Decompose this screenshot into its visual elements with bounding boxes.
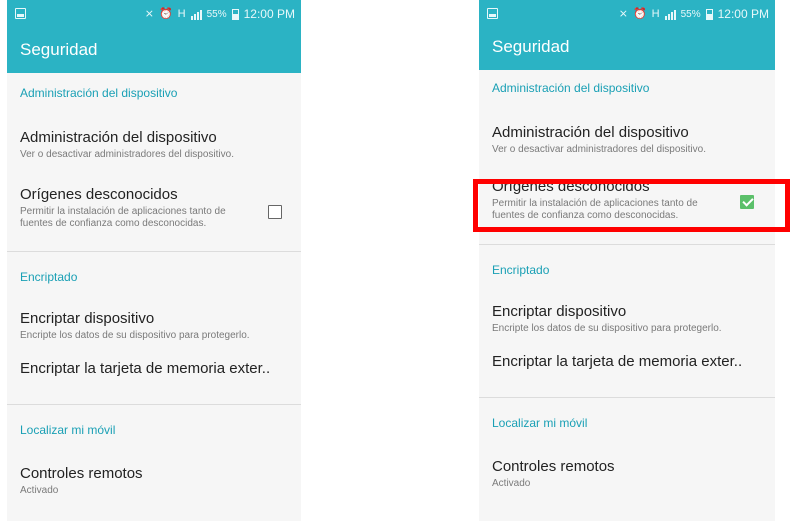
encrypt-device-title: Encriptar dispositivo <box>492 303 627 320</box>
remote-controls-item[interactable]: Controles remotos Activado <box>7 455 301 497</box>
unknown-sources-item[interactable]: Orígenes desconocidos Permitir la instal… <box>7 167 301 239</box>
device-admin-summary: Ver o desactivar administradores del dis… <box>20 149 234 160</box>
device-admin-item[interactable]: Administración del dispositivo Ver o des… <box>7 115 301 167</box>
battery-percent: 55% <box>206 8 227 20</box>
unknown-sources-summary-line1: Permitir la instalación de aplicaciones … <box>492 198 698 209</box>
encrypt-device-item[interactable]: Encriptar dispositivo Encripte los datos… <box>7 302 301 354</box>
h-network-icon: H <box>177 7 186 20</box>
encrypt-device-summary: Encripte los datos de su dispositivo par… <box>492 323 722 334</box>
encrypt-sd-title: Encriptar la tarjeta de memoria exter.. <box>492 353 743 370</box>
signal-icon <box>190 9 202 20</box>
status-bar: ⨯ ⏰ H 55% 12:00 PM <box>7 0 301 30</box>
signal-icon <box>664 9 676 20</box>
battery-percent: 55% <box>680 8 701 20</box>
mute-icon: ⨯ <box>144 7 154 20</box>
encrypt-sd-item[interactable]: Encriptar la tarjeta de memoria exter.. <box>479 347 775 397</box>
remote-controls-title: Controles remotos <box>20 465 143 482</box>
unknown-sources-summary-line2: fuentes de confianza como desconocidas. <box>492 210 679 221</box>
alarm-icon: ⏰ <box>632 7 647 20</box>
section-header-device-admin: Administración del dispositivo <box>20 86 178 100</box>
section-header-find-mobile: Localizar mi móvil <box>492 416 588 430</box>
encrypt-device-summary: Encripte los datos de su dispositivo par… <box>20 330 250 341</box>
section-header-device-admin: Administración del dispositivo <box>492 81 650 95</box>
encrypt-device-item[interactable]: Encriptar dispositivo Encripte los datos… <box>479 295 775 347</box>
device-admin-title: Administración del dispositivo <box>20 129 217 146</box>
battery-icon <box>705 8 713 20</box>
encrypt-sd-title: Encriptar la tarjeta de memoria exter.. <box>20 360 271 377</box>
section-header-encryption: Encriptado <box>20 270 78 284</box>
app-title: Seguridad <box>7 30 301 73</box>
clock: 12:00 PM <box>717 7 769 21</box>
phone-screen-before: ⨯ ⏰ H 55% 12:00 PM Seguridad Administrac… <box>7 0 301 521</box>
clock: 12:00 PM <box>243 7 295 21</box>
unknown-sources-summary-line2: fuentes de confianza como desconocidas. <box>20 218 207 229</box>
unknown-sources-title: Orígenes desconocidos <box>492 178 650 195</box>
remote-controls-item[interactable]: Controles remotos Activado <box>479 448 775 490</box>
battery-icon <box>231 8 239 20</box>
app-title: Seguridad <box>479 30 775 70</box>
alarm-icon: ⏰ <box>158 7 173 20</box>
notification-icon <box>487 8 498 19</box>
notification-icon <box>15 8 26 19</box>
remote-controls-title: Controles remotos <box>492 458 615 475</box>
remote-controls-summary: Activado <box>492 478 531 489</box>
device-admin-title: Administración del dispositivo <box>492 124 689 141</box>
device-admin-item[interactable]: Administración del dispositivo Ver o des… <box>479 112 775 164</box>
h-network-icon: H <box>651 7 660 20</box>
status-bar: ⨯ ⏰ H 55% 12:00 PM <box>479 0 775 30</box>
unknown-sources-summary-line1: Permitir la instalación de aplicaciones … <box>20 206 226 217</box>
mute-icon: ⨯ <box>618 7 628 20</box>
phone-screen-after: ⨯ ⏰ H 55% 12:00 PM Seguridad Administrac… <box>479 0 775 521</box>
remote-controls-summary: Activado <box>20 485 59 496</box>
encrypt-device-title: Encriptar dispositivo <box>20 310 155 327</box>
section-header-encryption: Encriptado <box>492 263 550 277</box>
device-admin-summary: Ver o desactivar administradores del dis… <box>492 144 706 155</box>
encrypt-sd-item[interactable]: Encriptar la tarjeta de memoria exter.. <box>7 354 301 404</box>
unknown-sources-title: Orígenes desconocidos <box>20 186 178 203</box>
unknown-sources-checkbox[interactable] <box>268 205 282 219</box>
unknown-sources-item[interactable]: Orígenes desconocidos Permitir la instal… <box>479 164 775 236</box>
unknown-sources-checkbox[interactable] <box>740 195 754 209</box>
section-header-find-mobile: Localizar mi móvil <box>20 423 116 437</box>
